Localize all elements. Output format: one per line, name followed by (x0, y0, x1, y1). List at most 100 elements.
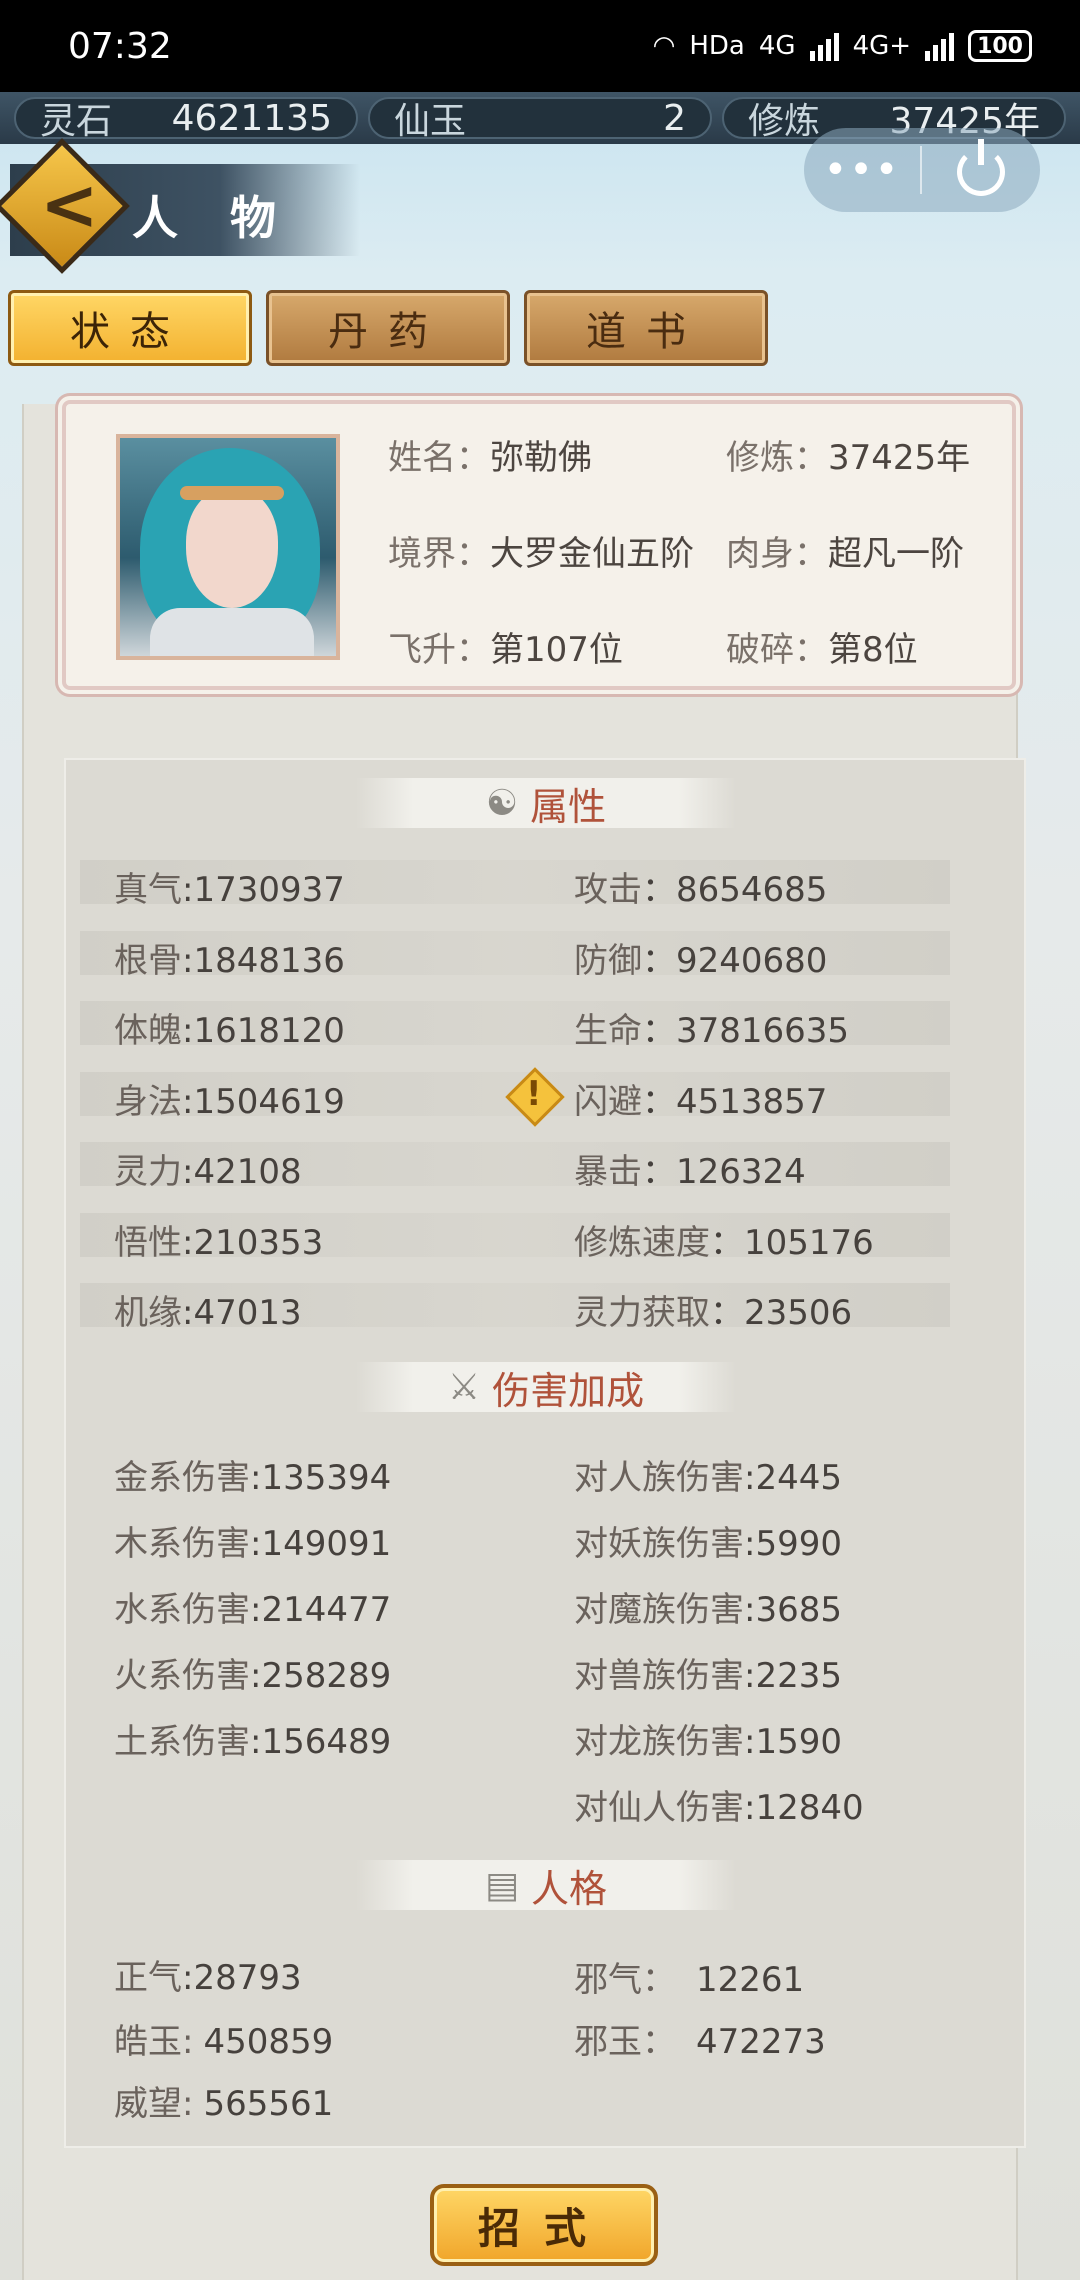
avatar[interactable] (116, 434, 340, 660)
attr-row-left: 体魄:1618120 (114, 1003, 345, 1052)
profile-card: 姓名：弥勒佛 修炼：37425年 境界：大罗金仙五阶 肉身：超凡一阶 飞升：第1… (62, 400, 1016, 690)
stat-key: 火系伤害 (114, 1656, 250, 1696)
resource-spirit-stone: 灵石 4621135 (14, 97, 358, 142)
stat-key: 攻击 (574, 870, 642, 910)
stat-key: 邪玉： (574, 2022, 676, 2062)
clock: 07:32 (68, 25, 172, 67)
resource-label: 灵石 (40, 101, 113, 142)
stat-value: :1730937 (182, 870, 345, 910)
profile-value: 大罗金仙五阶 (490, 534, 694, 574)
status-icons: ◠ HDa 4G 4G+ 100 (653, 30, 1032, 62)
resource-label: 修炼 (748, 101, 821, 142)
stat-value: :42108 (182, 1152, 302, 1192)
stat-key: 机缘 (114, 1293, 182, 1333)
profile-key: 飞升： (388, 630, 490, 670)
attr-row-right: 攻击：8654685 (574, 862, 827, 911)
stat-value: ：37816635 (642, 1011, 850, 1051)
stat-key: 真气 (114, 870, 182, 910)
stat-value: :5990 (744, 1524, 842, 1564)
stat-key: 悟性 (114, 1222, 182, 1263)
stat-key: 防御 (574, 940, 642, 981)
stat-key: 皓玉: (114, 2022, 194, 2062)
stat-key: 暴击 (574, 1152, 642, 1192)
wifi-icon: ◠ (652, 31, 676, 61)
stat-key: 灵力获取 (574, 1293, 710, 1333)
stat-key: 灵力 (114, 1152, 182, 1192)
section-personality: ▤ 人格 (356, 1860, 736, 1911)
signal-label-1: 4G (758, 31, 796, 61)
stat-key: 身法 (114, 1081, 182, 1122)
signal-label-2: 4G+ (852, 31, 912, 61)
stat-value: ：9240680 (642, 940, 828, 981)
profile-key: 肉身： (726, 534, 828, 574)
profile-ascend: 飞升：第107位 (388, 622, 623, 671)
attr-row-left: 真气:1730937 (114, 862, 345, 911)
stat-value: :47013 (182, 1293, 302, 1333)
stat-value: 450859 (203, 2022, 334, 2062)
attr-row-left: 机缘:47013 (114, 1285, 302, 1334)
profile-key: 破碎： (726, 630, 828, 670)
section-title: 属性 (530, 784, 607, 829)
page-title: 人 物 (132, 191, 295, 245)
profile-value: 弥勒佛 (490, 438, 592, 478)
stat-key: 正气 (114, 1958, 182, 1998)
stat-value: ：105176 (710, 1222, 874, 1263)
stat-value: :258289 (250, 1656, 392, 1696)
stat-value: :28793 (182, 1958, 302, 1998)
stat-key: 对龙族伤害 (574, 1722, 744, 1762)
profile-shatter: 破碎：第8位 (726, 622, 918, 671)
more-button[interactable]: ••• (804, 147, 920, 193)
scroll-icon: ▤ (484, 1864, 519, 1906)
stat-key: 对兽族伤害 (574, 1656, 744, 1696)
stat-value: :210353 (182, 1222, 324, 1263)
chevron-left-icon[interactable]: < (40, 170, 99, 240)
stat-value: :149091 (250, 1524, 392, 1564)
profile-realm: 境界：大罗金仙五阶 (388, 526, 694, 575)
attr-row-left: 根骨:1848136 (114, 933, 345, 982)
signal-icon-2 (925, 31, 955, 61)
resource-immortal-jade: 仙玉 2 (368, 97, 712, 142)
stat-key: 水系伤害 (114, 1590, 250, 1630)
crossed-swords-icon: ⚔ (447, 1366, 481, 1408)
stat-value: 472273 (696, 2022, 826, 2062)
warning-mark[interactable]: ! (526, 1074, 542, 1114)
attr-row-right: 修炼速度：105176 (574, 1215, 874, 1264)
stat-zhengqi: 正气:28793 (114, 1950, 302, 1999)
damage-row-right: 对妖族伤害:5990 (574, 1516, 842, 1565)
stat-value: 12261 (696, 1960, 805, 2000)
profile-key: 姓名： (388, 438, 490, 478)
resource-value: 2 (663, 97, 686, 139)
tab-pills[interactable]: 丹药 (266, 290, 510, 366)
close-button[interactable] (922, 139, 1040, 196)
damage-row-right: 对兽族伤害:2235 (574, 1648, 842, 1697)
section-damage: ⚔ 伤害加成 (356, 1362, 736, 1413)
stat-key: 根骨 (114, 940, 182, 981)
tab-books[interactable]: 道书 (524, 290, 768, 366)
profile-body: 肉身：超凡一阶 (726, 526, 964, 575)
damage-row-right: 对人族伤害:2445 (574, 1450, 842, 1499)
profile-cultivation: 修炼：37425年 (726, 430, 970, 479)
profile-value: 37425年 (828, 438, 971, 478)
stat-value: ：4513857 (642, 1081, 828, 1122)
profile-value: 超凡一阶 (828, 534, 964, 574)
section-attributes: ☯ 属性 (356, 778, 736, 829)
avatar-crown (180, 486, 284, 500)
attr-row-right: 暴击：126324 (574, 1144, 806, 1193)
stat-value: :156489 (250, 1722, 392, 1762)
attr-row-left: 灵力:42108 (114, 1144, 302, 1193)
skills-button[interactable]: 招式 (430, 2184, 658, 2266)
profile-key: 境界： (388, 534, 490, 574)
power-icon[interactable] (957, 139, 1005, 196)
damage-row-right: 对魔族伤害:3685 (574, 1582, 842, 1631)
stat-value: ：126324 (642, 1152, 806, 1192)
avatar-robe (150, 608, 314, 656)
stat-value: ：8654685 (642, 870, 828, 910)
stat-value: :2445 (744, 1458, 842, 1498)
tab-status[interactable]: 状态 (8, 290, 252, 366)
stat-key: 体魄 (114, 1011, 182, 1051)
avatar-face (186, 488, 278, 608)
stat-key: 土系伤害 (114, 1722, 250, 1762)
stat-value: :3685 (744, 1590, 842, 1630)
network-label: HDa (689, 31, 745, 61)
attr-row-right: 防御：9240680 (574, 933, 827, 982)
